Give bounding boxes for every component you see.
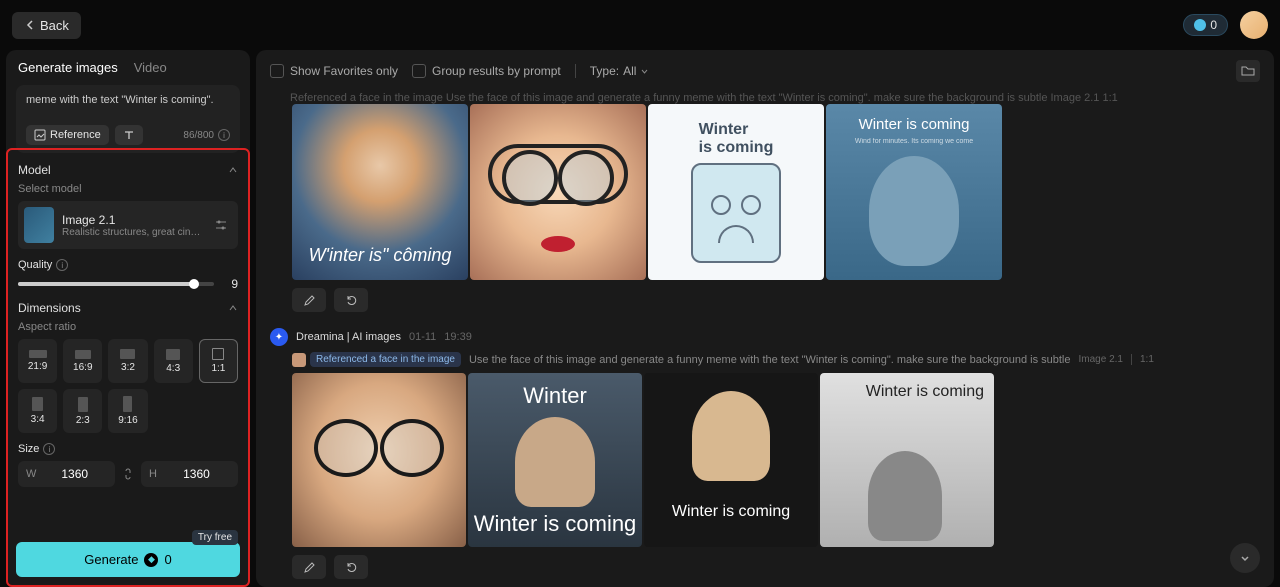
result-image[interactable] <box>470 104 646 280</box>
dimensions-heading: Dimensions <box>18 301 81 315</box>
text-tool-button[interactable] <box>115 125 143 145</box>
model-section-header[interactable]: Model <box>18 163 238 177</box>
result-image[interactable]: Winter is coming <box>820 373 994 547</box>
generate-cost: 0 <box>164 552 171 567</box>
result-image[interactable]: Winteris coming <box>648 104 824 280</box>
results-feed: Referenced a face in the image Use the f… <box>256 92 1274 587</box>
aspect-ratio-label: Aspect ratio <box>18 321 238 333</box>
chevron-up-icon <box>228 303 238 313</box>
height-input[interactable] <box>163 467 230 481</box>
prompt-echo: Use the face of this image and generate … <box>469 354 1071 366</box>
group-checkbox[interactable]: Group results by prompt <box>412 64 561 78</box>
pencil-icon <box>303 561 316 574</box>
reference-button[interactable]: Reference <box>26 125 109 145</box>
cost-icon: ◆ <box>144 553 158 567</box>
generate-label: Generate <box>84 552 138 567</box>
folder-icon <box>1241 65 1255 77</box>
dimensions-section-header[interactable]: Dimensions <box>18 301 238 315</box>
ratio-tag: 1:1 <box>1131 354 1154 365</box>
regenerate-button[interactable] <box>334 288 368 312</box>
model-tag: Image 2.1 <box>1079 354 1123 365</box>
gen-date: 01-11 <box>409 331 436 343</box>
model-thumbnail <box>24 207 54 243</box>
quality-value: 9 <box>224 277 238 291</box>
gen-time: 19:39 <box>444 331 472 343</box>
pencil-icon <box>303 294 316 307</box>
chevron-up-icon <box>228 165 238 175</box>
generate-button[interactable]: Generate ◆ 0 <box>16 542 240 577</box>
model-heading: Model <box>18 163 51 177</box>
ratio-21-9[interactable]: 21:9 <box>18 339 57 383</box>
reference-label: Reference <box>50 129 101 141</box>
app-logo-icon: ✦ <box>270 328 288 346</box>
refresh-icon <box>345 561 358 574</box>
regenerate-button[interactable] <box>334 555 368 579</box>
back-label: Back <box>40 18 69 33</box>
top-bar: Back 0 <box>0 0 1280 50</box>
link-dimensions-button[interactable] <box>121 467 135 481</box>
info-icon: i <box>43 443 55 455</box>
reference-icon <box>34 129 46 141</box>
edit-button[interactable] <box>292 555 326 579</box>
ratio-3-2[interactable]: 3:2 <box>108 339 147 383</box>
width-input[interactable] <box>42 467 107 481</box>
favorites-checkbox[interactable]: Show Favorites only <box>270 64 398 78</box>
ratio-9-16[interactable]: 9:16 <box>108 389 147 433</box>
result-image[interactable]: WinterWinter is coming <box>468 373 642 547</box>
result-image[interactable]: W'inter is" côming <box>292 104 468 280</box>
model-settings-button[interactable] <box>210 214 232 236</box>
reference-chip[interactable]: Referenced a face in the image <box>310 352 461 367</box>
height-input-wrap: H <box>141 461 238 487</box>
ratio-4-3[interactable]: 4:3 <box>154 339 193 383</box>
generation-header-partial: Referenced a face in the image Use the f… <box>270 92 1260 104</box>
credits-pill[interactable]: 0 <box>1183 14 1228 36</box>
ratio-1-1[interactable]: 1:1 <box>199 339 238 383</box>
try-free-badge: Try free <box>192 530 238 545</box>
model-name: Image 2.1 <box>62 213 202 227</box>
result-image[interactable]: Winter is coming <box>644 373 818 547</box>
quality-label: Quality <box>18 259 52 271</box>
results-panel: Show Favorites only Group results by pro… <box>256 50 1274 587</box>
user-avatar[interactable] <box>1240 11 1268 39</box>
char-count: 86/800 i <box>183 129 230 141</box>
tab-video[interactable]: Video <box>134 60 167 75</box>
chevron-left-icon <box>24 19 36 31</box>
folder-button[interactable] <box>1236 60 1260 82</box>
info-icon: i <box>218 129 230 141</box>
ratio-16-9[interactable]: 16:9 <box>63 339 102 383</box>
left-panel: Generate images Video meme with the text… <box>6 50 250 587</box>
chevron-down-icon <box>640 67 649 76</box>
tab-generate-images[interactable]: Generate images <box>18 60 118 75</box>
result-image[interactable]: Winter is comingWind for minutes. Its co… <box>826 104 1002 280</box>
edit-button[interactable] <box>292 288 326 312</box>
ratio-2-3[interactable]: 2:3 <box>63 389 102 433</box>
size-label: Size <box>18 443 39 455</box>
back-button[interactable]: Back <box>12 12 81 39</box>
quality-slider[interactable] <box>18 282 214 286</box>
credit-icon <box>1194 19 1206 31</box>
ratio-3-4[interactable]: 3:4 <box>18 389 57 433</box>
author-name: Dreamina | AI images <box>296 331 401 343</box>
text-icon <box>123 129 135 141</box>
prompt-box[interactable]: meme with the text "Winter is coming". R… <box>16 85 240 153</box>
chevron-down-icon <box>1239 552 1251 564</box>
result-image[interactable] <box>292 373 466 547</box>
select-model-label: Select model <box>18 183 238 195</box>
model-desc: Realistic structures, great cinematog... <box>62 227 202 238</box>
width-input-wrap: W <box>18 461 115 487</box>
prompt-text: meme with the text "Winter is coming". <box>26 93 230 117</box>
refresh-icon <box>345 294 358 307</box>
info-icon: i <box>56 259 68 271</box>
width-prefix: W <box>26 468 36 480</box>
type-dropdown[interactable]: Type: All <box>590 64 650 78</box>
height-prefix: H <box>149 468 157 480</box>
model-card[interactable]: Image 2.1 Realistic structures, great ci… <box>18 201 238 249</box>
results-toolbar: Show Favorites only Group results by pro… <box>256 50 1274 92</box>
reference-face-thumb <box>292 353 306 367</box>
credits-value: 0 <box>1210 18 1217 32</box>
scroll-down-button[interactable] <box>1230 543 1260 573</box>
